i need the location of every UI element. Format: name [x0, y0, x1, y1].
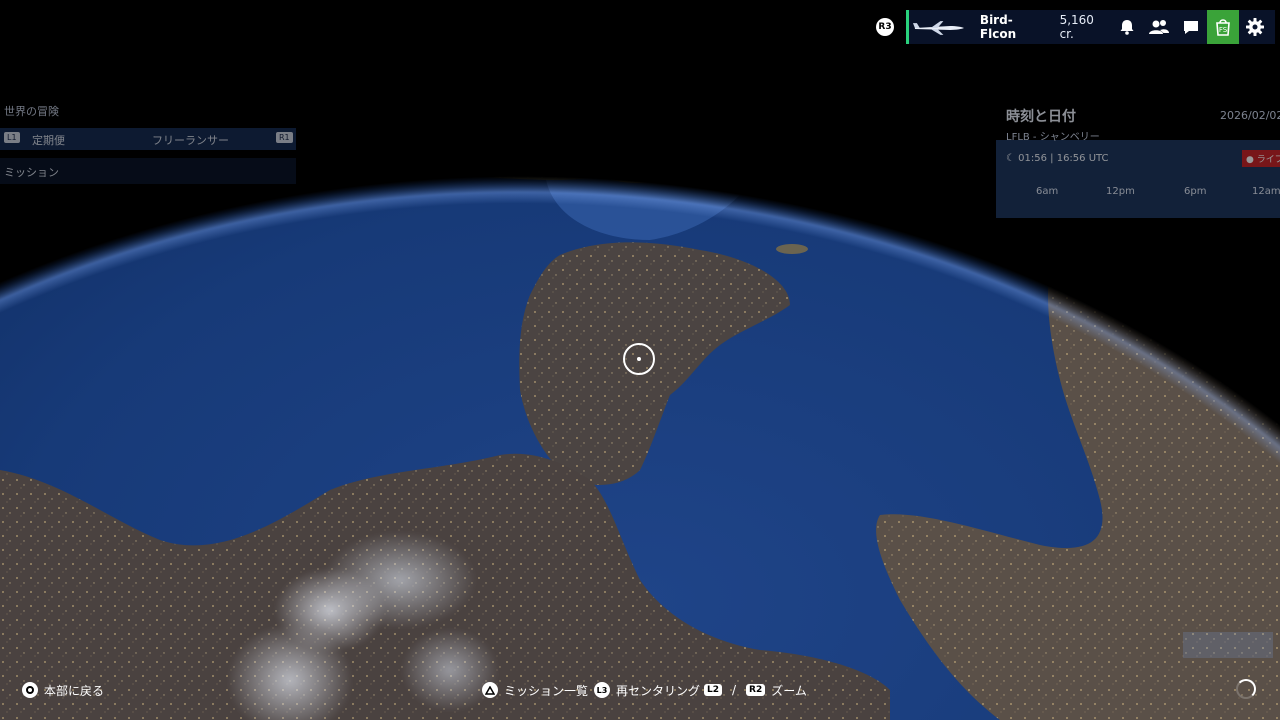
map-cursor-reticle[interactable]	[623, 343, 655, 375]
top-icons: FS	[1111, 10, 1275, 44]
islet	[776, 244, 808, 254]
settings-button[interactable]	[1239, 10, 1271, 44]
tab-scheduled-flights[interactable]: 定期便	[32, 132, 65, 148]
mission-row[interactable]: ミッション	[0, 158, 296, 184]
r3-button-icon: R3	[876, 18, 894, 36]
top-bar: R3 Bird-Flcon 5,160 cr. FS	[870, 10, 1275, 44]
r2-button-icon: R2	[746, 684, 766, 696]
l2-button-icon: L2	[704, 684, 722, 696]
islet	[866, 98, 894, 104]
circle-button-icon	[22, 682, 38, 698]
tick-label: 12pm	[1106, 186, 1135, 197]
tick-label: 6pm	[1184, 186, 1207, 197]
notifications-button[interactable]	[1111, 10, 1143, 44]
credits-balance: 5,160 cr.	[1059, 13, 1094, 41]
shop-button[interactable]: FS	[1207, 10, 1239, 44]
tab-freelancer[interactable]: フリーランサー	[152, 132, 229, 148]
tick-label: 6am	[1036, 186, 1059, 197]
back-to-hq-label: 本部に戻る	[44, 683, 105, 698]
islet	[696, 183, 720, 189]
time-date-panel: 時刻と日付 2026/02/02 LFLB - シャンベリー ☾ 01:56 |…	[996, 100, 1280, 222]
chat-button[interactable]	[1175, 10, 1207, 44]
moon-icon: ☾	[1006, 153, 1015, 164]
friends-icon	[1149, 20, 1169, 34]
time-value: 01:56 | 16:56 UTC	[1018, 153, 1109, 164]
live-label: ライブ	[1256, 155, 1280, 165]
time-panel-title: 時刻と日付	[1006, 109, 1076, 125]
gear-icon	[1246, 18, 1264, 36]
zoom-hint[interactable]: L2 / R2 ズーム	[704, 680, 807, 700]
time-panel-background	[996, 140, 1280, 218]
zoom-separator: /	[732, 683, 737, 697]
l1-button-chip: L1	[4, 132, 20, 143]
friends-button[interactable]	[1143, 10, 1175, 44]
svg-text:FS: FS	[1219, 26, 1228, 34]
faded-map-control	[1183, 632, 1273, 658]
recenter-hint[interactable]: L3 再センタリング	[594, 680, 700, 700]
profile-card[interactable]: Bird-Flcon 5,160 cr.	[906, 10, 1111, 44]
shop-icon: FS	[1216, 19, 1230, 36]
mission-list-label: ミッション一覧	[504, 683, 589, 698]
loading-spinner-icon	[1236, 679, 1256, 699]
airport-label: LFLB - シャンベリー	[1006, 132, 1100, 143]
live-button[interactable]: ● ライブ	[1242, 150, 1280, 167]
mode-tabs: L1 定期便 フリーランサー R1	[0, 128, 296, 150]
peninsula-central-lights	[519, 242, 790, 485]
mission-list-hint[interactable]: ミッション一覧	[482, 680, 588, 700]
mission-label: ミッション	[4, 166, 59, 179]
l3-button-icon: L3	[594, 682, 610, 698]
tick-label: 12am	[1252, 186, 1280, 197]
world-adventure-panel: 世界の冒険 L1 定期便 フリーランサー R1 ミッション	[0, 100, 300, 190]
recenter-label: 再センタリング	[616, 683, 701, 698]
panel-title: 世界の冒険	[4, 105, 59, 118]
chat-icon	[1184, 21, 1198, 34]
back-to-hq-hint[interactable]: 本部に戻る	[22, 680, 104, 700]
r1-button-chip: R1	[276, 132, 293, 143]
zoom-label: ズーム	[771, 683, 807, 698]
airplane-icon	[912, 21, 964, 35]
bell-icon	[1120, 20, 1134, 35]
triangle-button-icon	[482, 682, 498, 698]
date-label: 2026/02/02	[1220, 109, 1280, 122]
player-name: Bird-Flcon	[979, 13, 1017, 41]
time-readout: ☾ 01:56 | 16:56 UTC	[1006, 153, 1109, 164]
